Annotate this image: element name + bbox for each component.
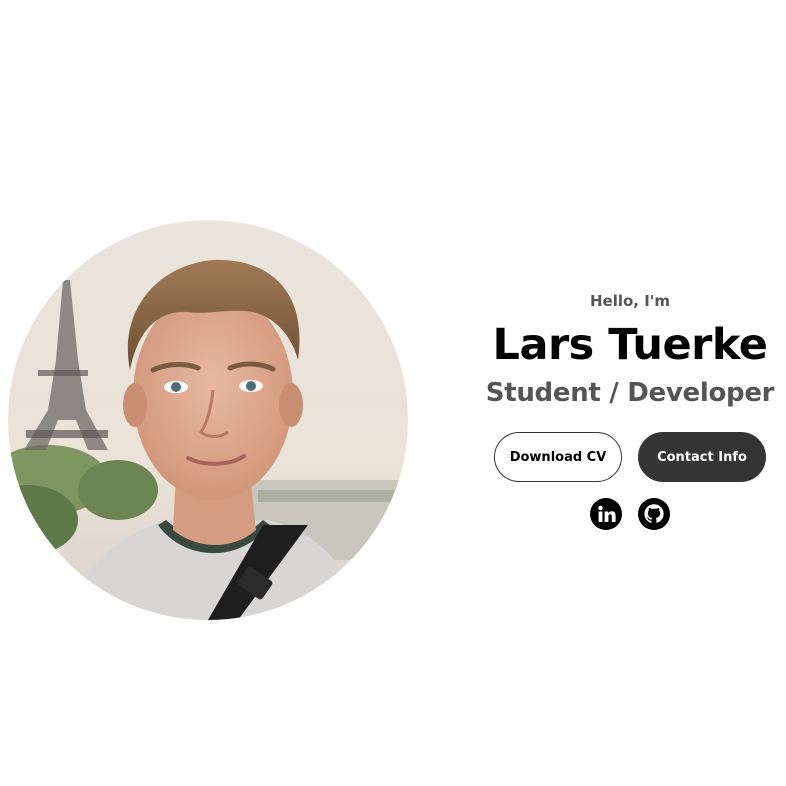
intro-section: Hello, I'm Lars Tuerke Student / Develop… <box>475 290 785 530</box>
linkedin-icon[interactable] <box>590 498 622 530</box>
button-group: Download CV Contact Info <box>494 432 766 482</box>
contact-info-button[interactable]: Contact Info <box>638 432 766 482</box>
greeting-text: Hello, I'm <box>589 292 671 310</box>
role-subtitle: Student / Developer <box>485 378 775 408</box>
profile-photo <box>8 220 408 620</box>
social-links <box>590 498 670 530</box>
page-title: Lars Tuerke <box>492 320 768 370</box>
download-cv-button[interactable]: Download CV <box>494 432 622 482</box>
github-icon[interactable] <box>638 498 670 530</box>
